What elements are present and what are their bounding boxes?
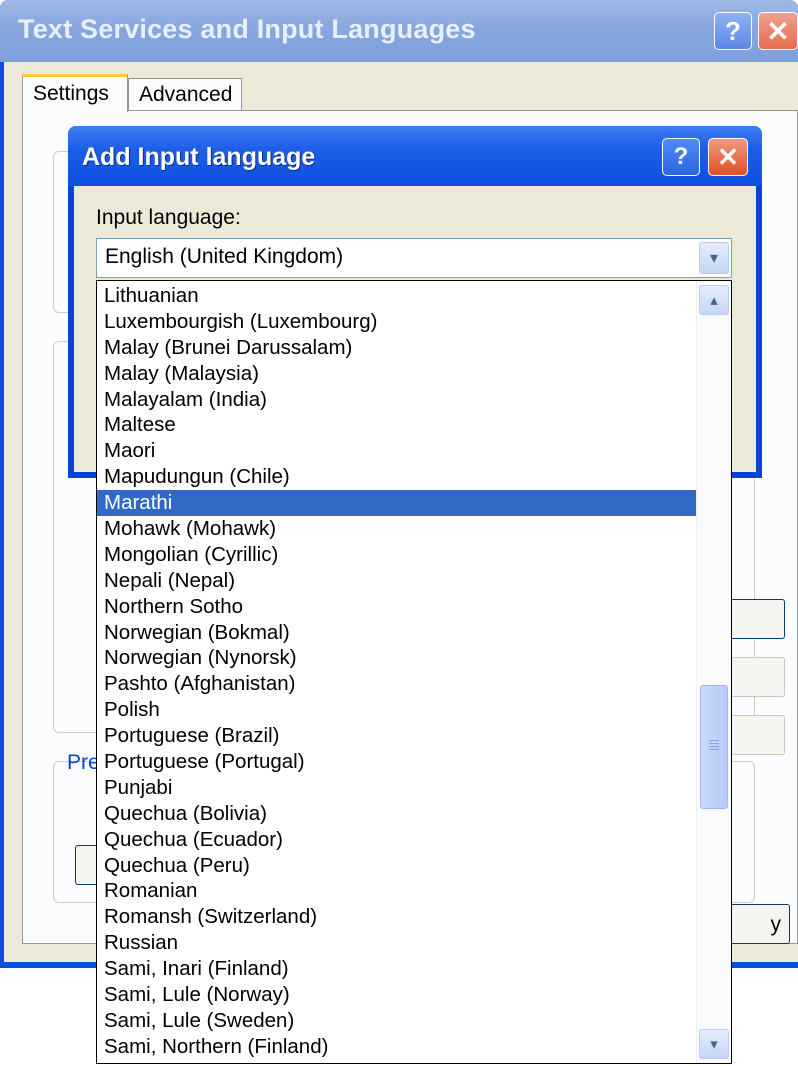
list-item[interactable]: Luxembourgish (Luxembourg) [97,309,697,335]
list-item[interactable]: Sami, Lule (Norway) [97,982,697,1008]
list-item[interactable]: Mongolian (Cyrillic) [97,542,697,568]
list-item[interactable]: Quechua (Ecuador) [97,827,697,853]
list-item[interactable]: Quechua (Bolivia) [97,801,697,827]
scroll-up-button[interactable]: ▴ [699,285,729,315]
scroll-thumb[interactable] [700,685,728,809]
properties-button[interactable] [723,715,785,755]
grip-icon [709,740,719,752]
window-title: Text Services and Input Languages [18,14,476,44]
vertical-scrollbar[interactable]: ▴ ▾ [696,281,731,1063]
list-item[interactable]: Maltese [97,412,697,438]
list-item[interactable]: Malay (Brunei Darussalam) [97,335,697,361]
list-item[interactable]: Quechua (Peru) [97,853,697,879]
list-item[interactable]: Polish [97,697,697,723]
preferences-link[interactable]: Pre [67,751,100,775]
list-item[interactable]: Pashto (Afghanistan) [97,671,697,697]
language-dropdown-list[interactable]: Lithuanian Luxembourgish (Luxembourg) Mala… [96,280,732,1064]
list-item[interactable]: Portuguese (Portugal) [97,749,697,775]
list-item[interactable]: Romansh (Switzerland) [97,904,697,930]
close-button[interactable]: ✕ [758,12,798,50]
remove-button[interactable] [723,657,785,697]
window-titlebar: Text Services and Input Languages ? ✕ [0,0,798,62]
list-item[interactable]: Punjabi [97,775,697,801]
list-item[interactable]: Mohawk (Mohawk) [97,516,697,542]
list-item[interactable]: Sami, Northern (Finland) [97,1034,697,1060]
list-item[interactable]: Lithuanian [97,283,697,309]
list-item[interactable]: Malayalam (India) [97,387,697,413]
list-item[interactable]: Norwegian (Bokmal) [97,620,697,646]
add-button[interactable] [723,599,785,639]
input-language-combobox[interactable]: English (United Kingdom) ▾ [96,238,732,278]
list-item[interactable]: Nepali (Nepal) [97,568,697,594]
chevron-down-icon[interactable]: ▾ [699,242,729,274]
dialog-close-button[interactable]: ✕ [708,138,748,176]
list-item[interactable]: Portuguese (Brazil) [97,723,697,749]
list-item[interactable]: Maori [97,438,697,464]
list-item[interactable]: Sami, Lule (Sweden) [97,1008,697,1034]
dialog-title: Add Input language [82,143,316,171]
list-item[interactable]: Sami, Inari (Finland) [97,956,697,982]
list-item[interactable]: Malay (Malaysia) [97,361,697,387]
list-item[interactable]: Romanian [97,878,697,904]
scroll-down-button[interactable]: ▾ [699,1029,729,1059]
input-language-label: Input language: [96,206,241,229]
combobox-value: English (United Kingdom) [105,245,344,268]
list-item[interactable]: Marathi [97,490,697,517]
help-button[interactable]: ? [714,12,752,50]
language-list: Lithuanian Luxembourgish (Luxembourg) Mala… [97,283,697,1060]
dialog-titlebar: Add Input language ? ✕ [68,126,762,186]
list-item[interactable]: Russian [97,930,697,956]
tab-advanced[interactable]: Advanced [128,78,242,110]
list-item[interactable]: Norwegian (Nynorsk) [97,645,697,671]
tab-settings[interactable]: Settings [22,74,128,112]
dialog-help-button[interactable]: ? [662,138,700,176]
list-item[interactable]: Northern Sotho [97,594,697,620]
list-item[interactable]: Mapudungun (Chile) [97,464,697,490]
